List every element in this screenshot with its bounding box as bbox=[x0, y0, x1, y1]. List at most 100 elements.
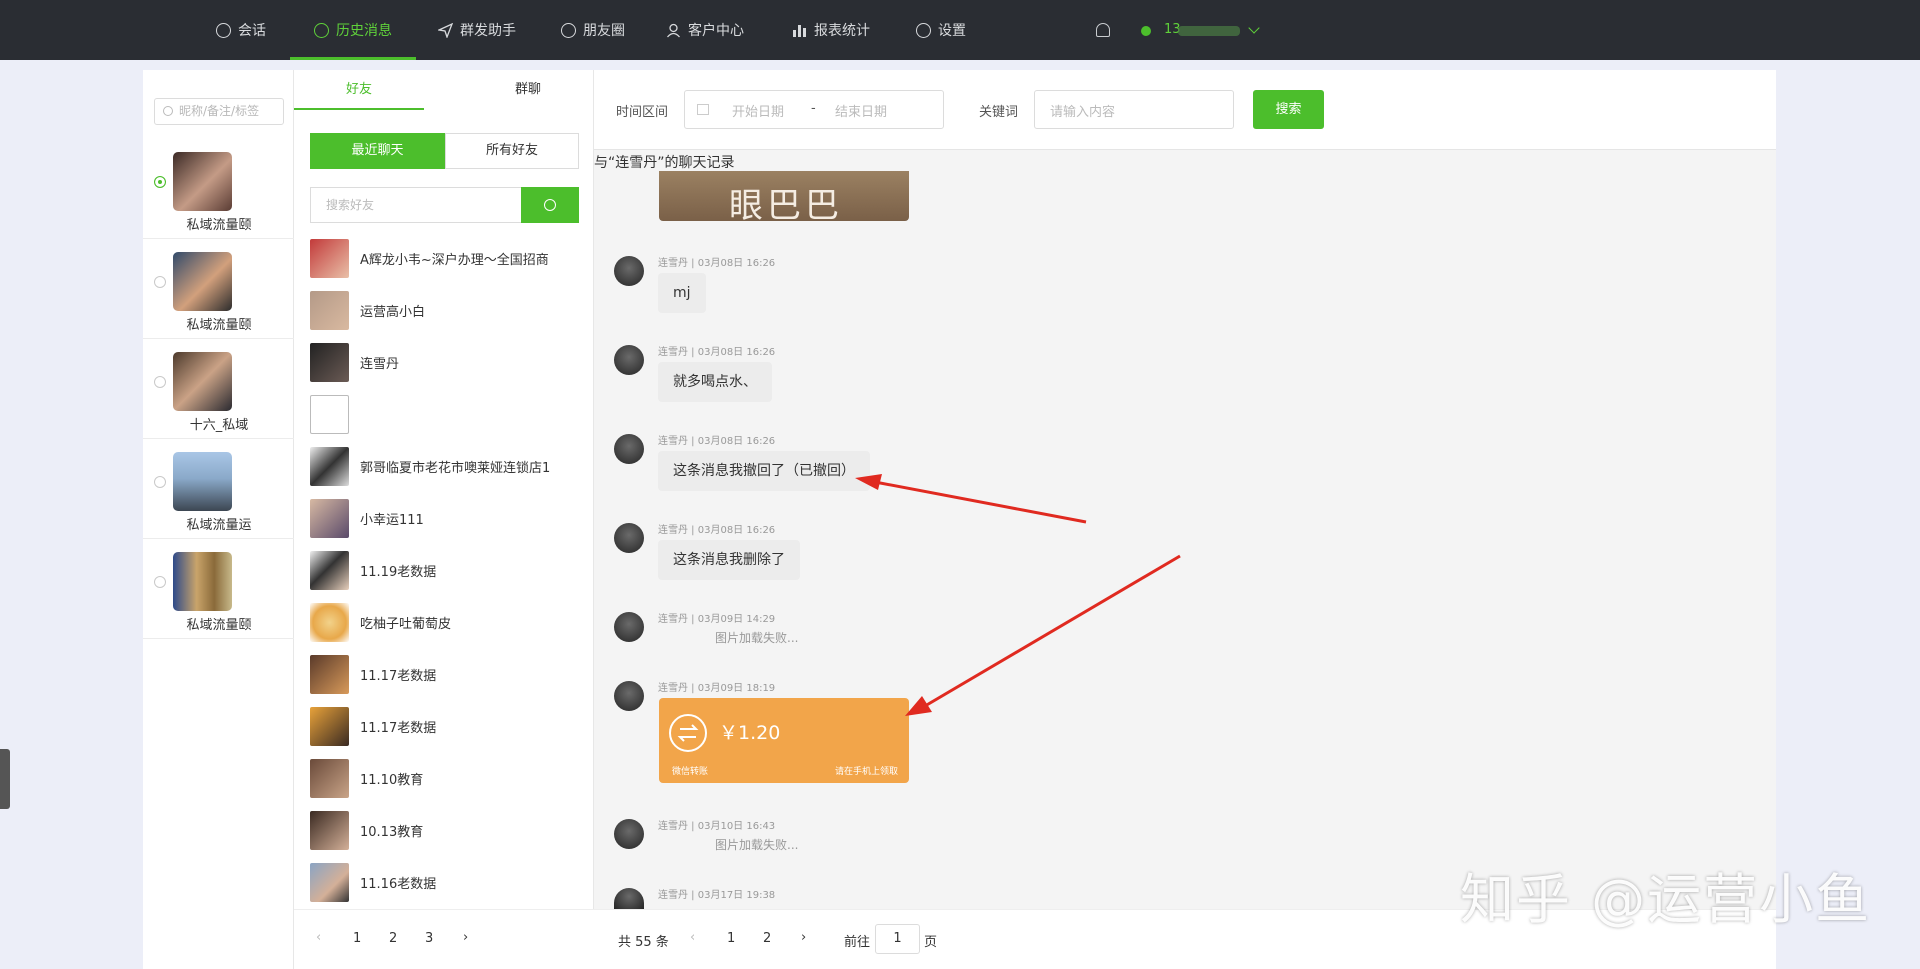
avatar bbox=[173, 552, 232, 611]
bell-icon[interactable] bbox=[1096, 23, 1110, 37]
message-meta: 连雪丹 | 03月08日 16:26 bbox=[658, 258, 776, 269]
friend-item[interactable]: 11.19老数据 bbox=[294, 543, 594, 595]
account-item[interactable]: 私域流量运 bbox=[143, 440, 294, 539]
friend-item[interactable]: 10.13教育 bbox=[294, 803, 594, 855]
message-meta: 连雪丹 | 03月08日 16:26 bbox=[658, 347, 776, 358]
annotation-arrow bbox=[874, 480, 1087, 524]
account-item[interactable]: 私域流量颐 bbox=[143, 240, 294, 339]
search-icon bbox=[544, 199, 556, 211]
clock-icon bbox=[314, 22, 329, 38]
page-button[interactable]: 2 bbox=[389, 931, 397, 946]
date-range-picker[interactable]: 开始日期 - 结束日期 bbox=[684, 90, 944, 129]
goto-label: 前往 bbox=[844, 935, 871, 950]
annotation-arrows bbox=[855, 474, 1181, 716]
nav-settings[interactable]: 设置 bbox=[916, 0, 966, 60]
chart-icon bbox=[792, 23, 807, 38]
friend-name: 吃柚子吐葡萄皮 bbox=[360, 617, 452, 632]
page-button[interactable]: 1 bbox=[727, 931, 735, 946]
friend-name: 11.16老数据 bbox=[360, 877, 437, 892]
nav-history[interactable]: 历史消息 bbox=[290, 0, 416, 60]
account-item[interactable]: 私域流量颐 bbox=[143, 540, 294, 639]
friend-item[interactable]: 11.17老数据 bbox=[294, 699, 594, 751]
recent-chats-button[interactable]: 最近聊天 bbox=[310, 133, 445, 169]
account-item[interactable]: 私域流量颐 bbox=[143, 140, 294, 239]
account-item[interactable]: 十六_私域 bbox=[143, 340, 294, 439]
goto-page-input[interactable]: 1 bbox=[875, 924, 920, 954]
page-button[interactable]: 1 bbox=[353, 931, 361, 946]
transfer-hint: 请在手机上领取 bbox=[834, 767, 898, 777]
friend-item[interactable] bbox=[294, 387, 594, 439]
tab-friends[interactable]: 好友 bbox=[294, 70, 424, 110]
account-radio[interactable] bbox=[154, 176, 166, 188]
page-button[interactable]: 3 bbox=[425, 931, 433, 946]
friend-name: 11.17老数据 bbox=[360, 721, 437, 736]
friend-search-button[interactable] bbox=[521, 187, 579, 223]
nav-chat[interactable]: 会话 bbox=[216, 0, 266, 60]
message-meta: 连雪丹 | 03月09日 14:29 bbox=[658, 614, 776, 625]
friend-item[interactable]: 郭哥临夏市老花市噢莱娅连锁店1 bbox=[294, 439, 594, 491]
friend-name: 连雪丹 bbox=[360, 357, 400, 372]
send-icon bbox=[436, 22, 454, 39]
side-widget[interactable] bbox=[0, 749, 10, 809]
nav-label: 历史消息 bbox=[336, 23, 392, 39]
prev-page-button[interactable]: ‹ bbox=[690, 930, 695, 945]
nav-moments[interactable]: 朋友圈 bbox=[561, 0, 625, 60]
friend-item[interactable]: A辉龙小韦~深户办理～全国招商 bbox=[294, 231, 594, 283]
account-radio[interactable] bbox=[154, 376, 166, 388]
message-bubble[interactable]: mj bbox=[658, 273, 706, 313]
end-date-input[interactable]: 结束日期 bbox=[835, 101, 887, 120]
tab-groups[interactable]: 群聊 bbox=[463, 70, 593, 110]
friend-item[interactable]: 11.10教育 bbox=[294, 751, 594, 803]
message-bubble[interactable]: 这条消息我删除了 bbox=[658, 540, 800, 580]
nav-customers[interactable]: 客户中心 bbox=[666, 0, 744, 60]
arrowhead bbox=[855, 474, 882, 490]
calendar-icon bbox=[697, 104, 709, 115]
account-radio[interactable] bbox=[154, 576, 166, 588]
friend-item[interactable]: 运营高小白 bbox=[294, 283, 594, 335]
avatar bbox=[173, 352, 232, 411]
message-bubble[interactable]: 就多喝点水、 bbox=[658, 362, 772, 402]
all-friends-button[interactable]: 所有好友 bbox=[445, 133, 579, 169]
page-button[interactable]: 2 bbox=[763, 931, 771, 946]
keyword-input[interactable]: 请输入内容 bbox=[1034, 90, 1234, 129]
avatar bbox=[614, 256, 644, 286]
account-name: 私域流量颐 bbox=[186, 318, 252, 333]
avatar bbox=[310, 655, 349, 694]
account-name: 私域流量颐 bbox=[186, 218, 252, 233]
next-page-button[interactable]: › bbox=[801, 930, 806, 945]
user-icon bbox=[666, 23, 681, 38]
avatar bbox=[614, 612, 644, 642]
nav-reports[interactable]: 报表统计 bbox=[792, 0, 870, 60]
nav-label: 客户中心 bbox=[688, 23, 744, 39]
chevron-down-icon[interactable] bbox=[1248, 22, 1260, 34]
friend-search-input[interactable]: 搜索好友 bbox=[310, 187, 521, 223]
friend-name: 小幸运111 bbox=[360, 513, 424, 528]
image-message[interactable]: 眼巴巴 bbox=[659, 171, 909, 221]
next-page-button[interactable]: › bbox=[463, 930, 468, 945]
search-button[interactable]: 搜索 bbox=[1253, 90, 1324, 129]
avatar bbox=[310, 811, 349, 850]
friend-item[interactable]: 11.17老数据 bbox=[294, 647, 594, 699]
friend-item[interactable]: 吃柚子吐葡萄皮 bbox=[294, 595, 594, 647]
start-date-input[interactable]: 开始日期 bbox=[732, 101, 784, 120]
avatar bbox=[310, 499, 349, 538]
account-radio[interactable] bbox=[154, 476, 166, 488]
image-caption: 眼巴巴 bbox=[729, 186, 843, 221]
nav-broadcast[interactable]: 群发助手 bbox=[436, 0, 516, 60]
avatar bbox=[173, 252, 232, 311]
friend-item[interactable]: 11.16老数据 bbox=[294, 855, 594, 907]
account-radio[interactable] bbox=[154, 276, 166, 288]
prev-page-button[interactable]: ‹ bbox=[316, 930, 321, 945]
friend-item[interactable]: 小幸运111 bbox=[294, 491, 594, 543]
message-bubble[interactable]: 这条消息我撤回了（已撤回） bbox=[658, 451, 870, 491]
image-failed-text: 图片加载失败... bbox=[715, 631, 799, 645]
account-search-input[interactable]: 昵称/备注/标签 bbox=[154, 98, 284, 125]
friend-item[interactable]: 连雪丹 bbox=[294, 335, 594, 387]
avatar bbox=[614, 681, 644, 711]
avatar bbox=[614, 434, 644, 464]
message-meta: 连雪丹 | 03月17日 19:38 bbox=[658, 890, 776, 901]
search-icon bbox=[163, 106, 173, 116]
account-name: 私域流量颐 bbox=[186, 618, 252, 633]
message-meta: 连雪丹 | 03月08日 16:26 bbox=[658, 525, 776, 536]
chat-icon bbox=[216, 22, 231, 38]
